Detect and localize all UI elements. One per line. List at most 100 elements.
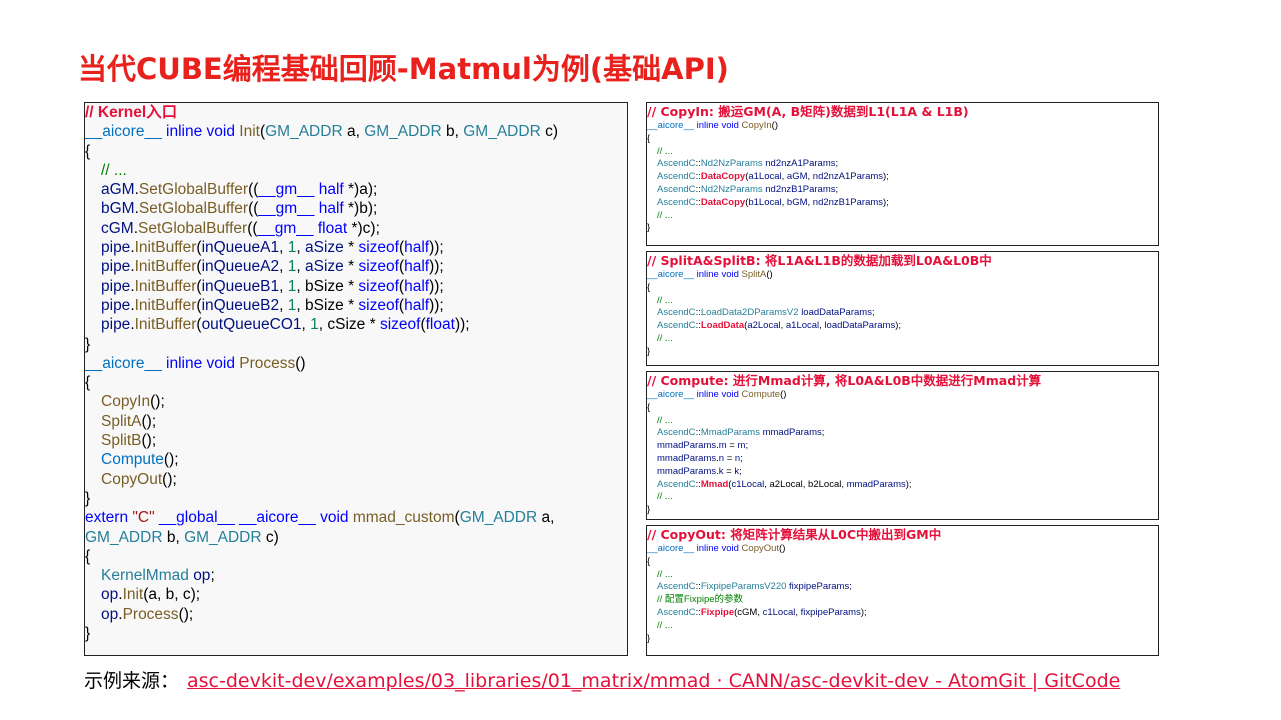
code-token: float xyxy=(425,316,455,334)
code-token: GM_ADDR xyxy=(459,509,538,527)
code-token: SplitA xyxy=(741,269,767,280)
code-line: pipe.InitBuffer(inQueueA2, 1, aSize * si… xyxy=(85,257,627,276)
code-token: SetGlobalBuffer xyxy=(138,181,249,199)
code-token: CopyIn xyxy=(741,120,772,131)
code-token: )); xyxy=(454,316,470,334)
code-token: __aicore__ xyxy=(85,123,162,141)
code-line: pipe.InitBuffer(inQueueB2, 1, bSize * si… xyxy=(85,296,627,315)
code-token: half xyxy=(318,181,344,199)
code-token: mmadParams xyxy=(657,440,717,452)
code-token: aSize xyxy=(305,239,344,257)
code-token: pipe xyxy=(101,316,131,334)
code-token: inline void xyxy=(696,269,739,280)
code-token: ); xyxy=(860,606,867,618)
code-token: inline void xyxy=(696,543,739,554)
code-token: } xyxy=(85,335,91,353)
code-token: (); xyxy=(150,393,165,411)
code-line: // ... xyxy=(647,491,1158,504)
code-token: LoadData2DParamsV2 xyxy=(700,307,799,319)
code-token: __gm__ xyxy=(257,219,314,237)
code-token: c) xyxy=(261,528,279,546)
code-line: extern "C" __global__ __aicore__ void mm… xyxy=(85,508,627,527)
code-token: CopyOut xyxy=(101,470,163,488)
code-token: GM_ADDR xyxy=(463,123,541,141)
code-token: Process xyxy=(122,605,179,623)
code-token: KernelMmad xyxy=(101,567,189,585)
code-token: GM_ADDR xyxy=(364,123,442,141)
code-token: aSize xyxy=(305,258,344,276)
code-token: nd2nzB1Params xyxy=(765,183,836,195)
copyin-header: // CopyIn: 搬运GM(A, B矩阵)数据到L1(L1A & L1B) xyxy=(647,104,969,119)
compute-code: __aicore__ inline void Compute(){// ... A… xyxy=(647,389,1158,517)
code-token: half xyxy=(404,277,430,295)
code-token: b, xyxy=(162,528,185,546)
code-token: ; xyxy=(745,440,749,452)
code-token: (); xyxy=(162,470,177,488)
code-token: , bSize * xyxy=(296,277,359,295)
code-token: (( xyxy=(248,181,259,199)
code-token: } xyxy=(85,489,91,507)
code-token: MmadParams xyxy=(700,427,760,439)
code-token: } xyxy=(647,345,651,357)
code-token: } xyxy=(647,222,651,234)
code-token: __aicore__ xyxy=(647,269,695,280)
code-line: // ... xyxy=(85,161,627,180)
code-line: // ... xyxy=(647,569,1158,582)
code-line: } xyxy=(85,489,627,508)
code-token: op xyxy=(101,605,119,623)
code-token: { xyxy=(647,281,651,293)
code-token: GM_ADDR xyxy=(85,528,163,546)
code-token: pipe xyxy=(101,296,131,314)
code-token: sizeof xyxy=(379,316,421,334)
code-token: Compute xyxy=(741,389,781,400)
code-token: nd2nzA1Params xyxy=(812,171,884,183)
code-token: mmadParams xyxy=(657,465,717,477)
code-line: // ... xyxy=(647,333,1158,346)
code-token: SetGlobalBuffer xyxy=(138,200,249,218)
code-token: , xyxy=(296,239,305,257)
code-token: half xyxy=(404,239,430,257)
code-line: KernelMmad op; xyxy=(85,566,627,585)
code-token: InitBuffer xyxy=(134,239,197,257)
code-token: AscendC xyxy=(657,196,696,208)
code-token: ); xyxy=(905,478,912,490)
code-token: outQueueCO1 xyxy=(201,316,302,334)
source-link[interactable]: asc-devkit-dev/examples/03_libraries/01_… xyxy=(187,670,1120,692)
code-line: aGM.SetGlobalBuffer((__gm__ half *)a); xyxy=(85,180,627,199)
code-token: ; xyxy=(849,581,852,593)
code-line: AscendC::Nd2NzParams nd2nzB1Params; xyxy=(647,184,1158,197)
code-line: __aicore__ inline void CopyOut() xyxy=(647,543,1158,556)
copyout-code: __aicore__ inline void CopyOut(){// ... A… xyxy=(647,543,1158,645)
code-line: { xyxy=(647,556,1158,569)
code-token: LoadData xyxy=(700,320,745,332)
code-token: (); xyxy=(141,432,157,450)
code-token: mmadParams xyxy=(762,427,822,439)
code-token: AscendC xyxy=(657,427,696,439)
code-token: Mmad xyxy=(700,478,729,490)
code-token: , bSize * xyxy=(296,296,359,314)
code-token: half xyxy=(404,258,430,276)
code-line: } xyxy=(85,335,627,354)
code-token: aGM xyxy=(101,181,135,199)
code-token: half xyxy=(404,296,430,314)
code-token: b1Local xyxy=(748,196,782,208)
code-token: mmad_custom xyxy=(352,509,455,527)
code-token: inQueueB1 xyxy=(201,277,280,295)
source-footer: 示例来源： asc-devkit-dev/examples/03_librarie… xyxy=(84,666,1204,696)
code-token: ; xyxy=(210,567,215,585)
code-token: inline void xyxy=(166,354,235,372)
code-token: * xyxy=(343,239,359,257)
code-token: )); xyxy=(429,296,444,314)
code-line: { xyxy=(647,402,1158,415)
code-token: () xyxy=(766,269,773,280)
code-token: } xyxy=(85,625,91,643)
code-token: __aicore__ xyxy=(647,543,695,554)
compute-header: // Compute: 进行Mmad计算, 将L0A&L0B中数据进行Mmad计… xyxy=(647,373,1042,388)
code-token: __gm__ xyxy=(258,200,315,218)
code-line: // ... xyxy=(647,620,1158,633)
code-token: // ... xyxy=(657,332,673,344)
slide-title: 当代CUBE编程基础回顾-Matmul为例(基础API) xyxy=(78,52,729,86)
copyout-header: // CopyOut: 将矩阵计算结果从L0C中搬出到GM中 xyxy=(647,527,942,542)
code-token: bGM xyxy=(786,196,808,208)
code-token: fixpipeParams xyxy=(800,606,861,618)
